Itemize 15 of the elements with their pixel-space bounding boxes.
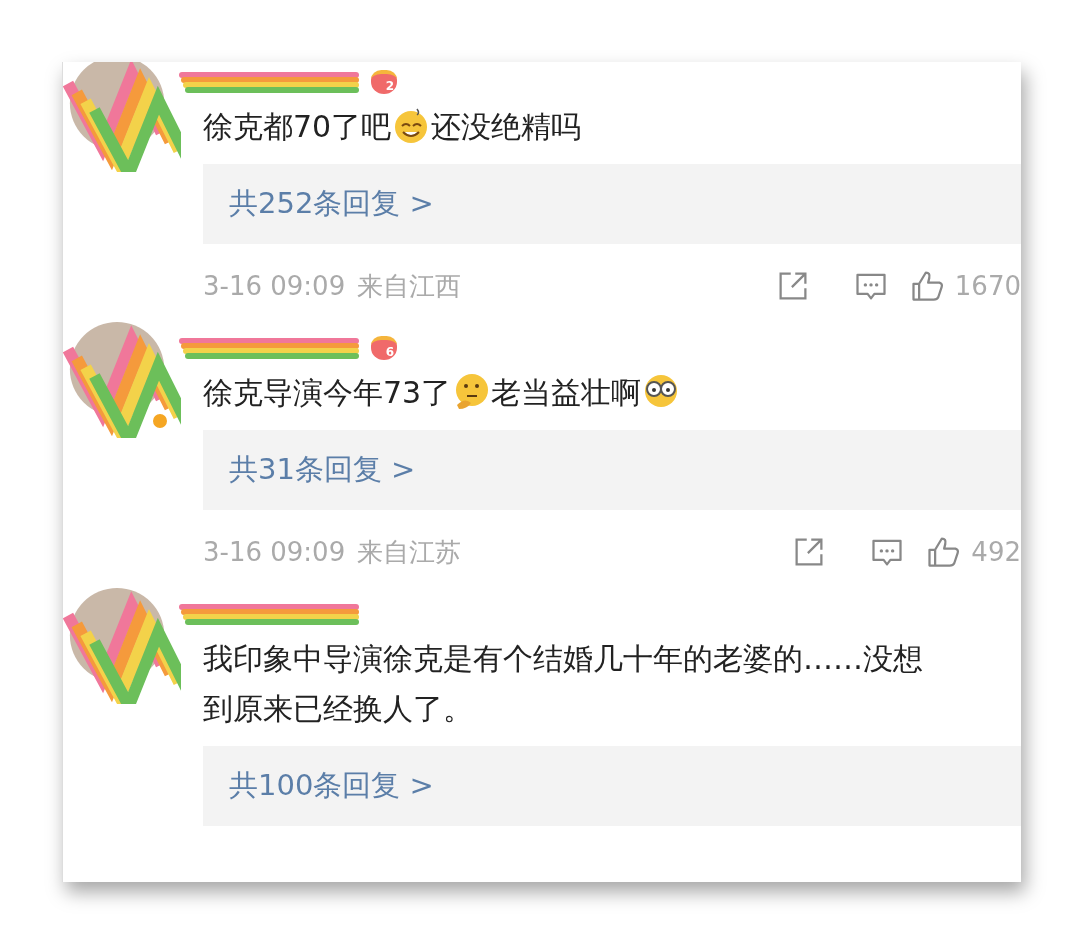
like-button[interactable]: 1670 bbox=[908, 268, 1021, 304]
comment-time: 3-16 09:09 bbox=[203, 537, 346, 567]
comment-location: 来自江苏 bbox=[357, 535, 462, 569]
comment-time: 3-16 09:09 bbox=[203, 271, 346, 301]
comment-text: 徐克都70了吧 还没绝精吗 bbox=[203, 102, 923, 152]
level-badge: 2 bbox=[371, 70, 397, 94]
comment-text: 我印象中导演徐克是有个结婚几十年的老婆的……没想到原来已经换人了。 bbox=[203, 640, 923, 728]
replies-link[interactable]: 共100条回复 > bbox=[203, 746, 1021, 826]
replies-link[interactable]: 共31条回复 > bbox=[203, 430, 1021, 510]
thumbs-up-icon bbox=[925, 534, 962, 570]
replies-link[interactable]: 共252条回复 > bbox=[203, 164, 1021, 244]
level-badge: 6 bbox=[371, 336, 397, 360]
comment-text: 徐克导演今年73了 老当益壮啊 bbox=[203, 368, 923, 418]
like-button[interactable]: 492 bbox=[925, 534, 1021, 570]
comment-location: 来自江西 bbox=[357, 269, 462, 303]
